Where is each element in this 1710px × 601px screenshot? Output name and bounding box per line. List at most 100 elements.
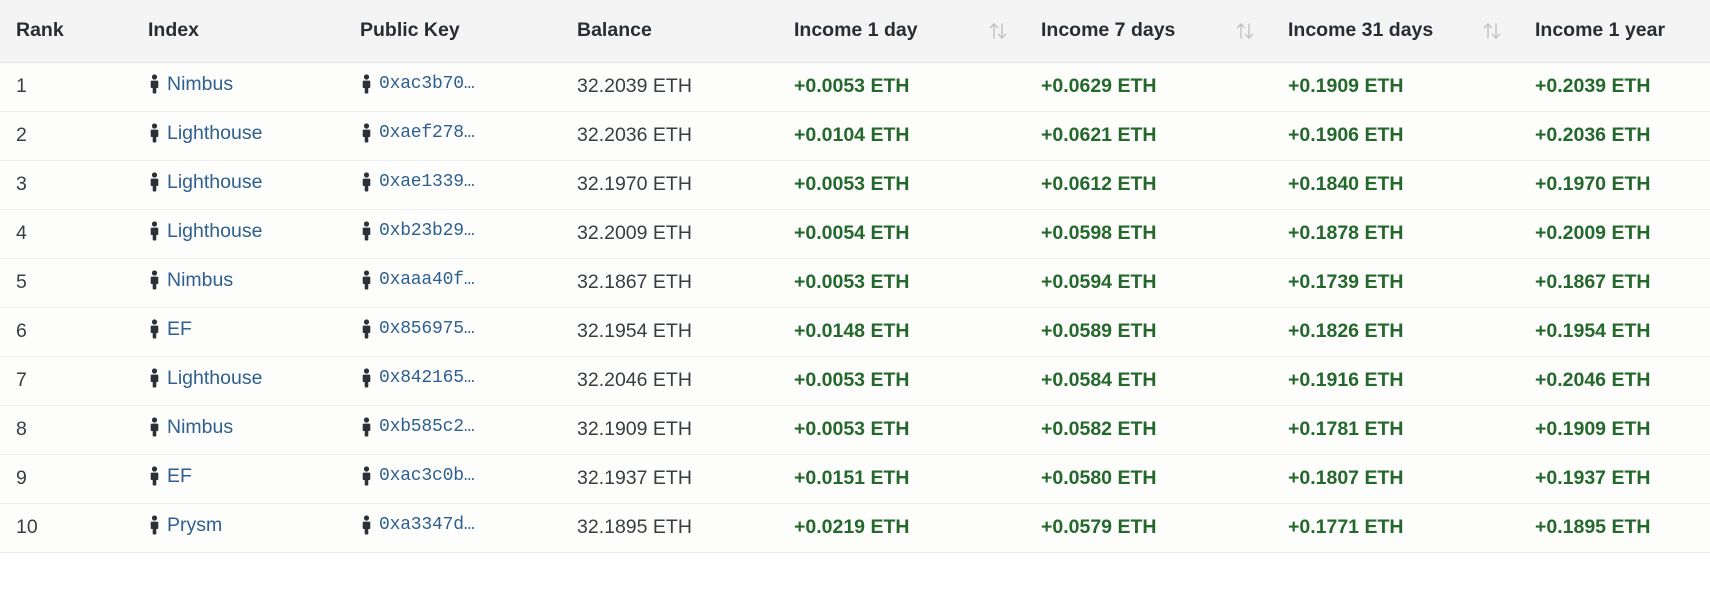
cell-public-key: 0xae1339…: [344, 160, 561, 209]
table-header: Rank Index Public Key Balance Income 1 d…: [0, 0, 1710, 63]
column-header-income-1-day[interactable]: Income 1 day: [778, 0, 1025, 63]
public-key-link[interactable]: 0xae1339…: [360, 172, 475, 192]
cell-public-key: 0xa3347d…: [344, 503, 561, 552]
cell-income-7-days: +0.0589 ETH: [1025, 307, 1272, 356]
balance-value: 32.1954 ETH: [577, 320, 692, 342]
income-7-days-value: +0.0582 ETH: [1041, 418, 1157, 440]
table-row[interactable]: 5 Nimbus 0xaaa40f… 32.1867 ETH +0.0053 ETH +0…: [0, 258, 1710, 307]
table-row[interactable]: 2 Lighthouse 0xaef278… 32.2036 ETH +0.0104 E…: [0, 111, 1710, 160]
cell-index: Lighthouse: [132, 160, 344, 209]
sort-updown-icon[interactable]: [987, 21, 1009, 41]
index-link[interactable]: EF: [148, 465, 192, 488]
validator-person-icon: [360, 122, 373, 143]
index-link[interactable]: Lighthouse: [148, 122, 262, 145]
cell-income-1-year: +0.1895 ETH: [1519, 503, 1710, 552]
cell-public-key: 0x856975…: [344, 307, 561, 356]
sort-updown-icon[interactable]: [1234, 21, 1256, 41]
income-1-day-value: +0.0104 ETH: [794, 124, 910, 146]
cell-income-7-days: +0.0584 ETH: [1025, 356, 1272, 405]
cell-balance: 32.1867 ETH: [561, 258, 778, 307]
rank-value: 3: [16, 173, 27, 195]
index-link[interactable]: Lighthouse: [148, 367, 262, 390]
column-header-income-31-days[interactable]: Income 31 days: [1272, 0, 1519, 63]
cell-income-1-year: +0.1937 ETH: [1519, 454, 1710, 503]
table-row[interactable]: 10 Prysm 0xa3347d… 32.1895 ETH +0.0219 ETH +0…: [0, 503, 1710, 552]
index-link[interactable]: Nimbus: [148, 73, 233, 96]
income-1-day-value: +0.0053 ETH: [794, 271, 910, 293]
public-key-link[interactable]: 0xaaa40f…: [360, 270, 475, 290]
rank-value: 8: [16, 418, 27, 440]
balance-value: 32.1867 ETH: [577, 271, 692, 293]
index-link[interactable]: EF: [148, 318, 192, 341]
column-header-rank[interactable]: Rank: [0, 0, 132, 63]
income-1-year-value: +0.2039 ETH: [1535, 75, 1651, 97]
cell-income-1-year: +0.1954 ETH: [1519, 307, 1710, 356]
column-header-public-key[interactable]: Public Key: [344, 0, 561, 63]
public-key-link[interactable]: 0xac3b70…: [360, 74, 475, 94]
index-label: Lighthouse: [167, 219, 263, 242]
cell-index: Nimbus: [132, 258, 344, 307]
column-header-index-label: Index: [148, 19, 199, 42]
cell-income-31-days: +0.1909 ETH: [1272, 62, 1519, 111]
public-key-link[interactable]: 0xaef278…: [360, 122, 475, 143]
income-1-year-value: +0.2036 ETH: [1535, 124, 1651, 146]
public-key-link[interactable]: 0x842165…: [360, 368, 475, 388]
index-link[interactable]: Prysm: [148, 514, 222, 537]
sort-updown-icon[interactable]: [1481, 21, 1503, 41]
income-31-days-value: +0.1916 ETH: [1288, 369, 1404, 391]
table-row[interactable]: 6 EF 0x856975… 32.1954 ETH +0.0148 ETH +0.058…: [0, 307, 1710, 356]
cell-income-1-day: +0.0053 ETH: [778, 62, 1025, 111]
public-key-link[interactable]: 0x856975…: [360, 319, 475, 339]
table-row[interactable]: 3 Lighthouse 0xae1339… 32.1970 ETH +0.0053 E…: [0, 160, 1710, 209]
column-header-balance-label: Balance: [577, 19, 652, 42]
public-key-link[interactable]: 0xb585c2…: [360, 416, 475, 437]
index-label: EF: [167, 317, 192, 340]
column-header-income-7-days-label: Income 7 days: [1041, 19, 1176, 42]
table-row[interactable]: 7 Lighthouse 0x842165… 32.2046 ETH +0.0053 E…: [0, 356, 1710, 405]
income-1-day-value: +0.0053 ETH: [794, 369, 910, 391]
income-31-days-value: +0.1781 ETH: [1288, 418, 1404, 440]
income-7-days-value: +0.0598 ETH: [1041, 222, 1157, 244]
cell-income-1-day: +0.0054 ETH: [778, 209, 1025, 258]
income-31-days-value: +0.1739 ETH: [1288, 271, 1404, 293]
public-key-link[interactable]: 0xb23b29…: [360, 221, 475, 241]
column-header-balance[interactable]: Balance: [561, 0, 778, 63]
column-header-income-7-days[interactable]: Income 7 days: [1025, 0, 1272, 63]
index-link[interactable]: Nimbus: [148, 416, 233, 439]
cell-index: EF: [132, 454, 344, 503]
table-row[interactable]: 9 EF 0xac3c0b… 32.1937 ETH +0.0151 ETH +0.058…: [0, 454, 1710, 503]
public-key-link[interactable]: 0xa3347d…: [360, 515, 475, 535]
cell-balance: 32.2009 ETH: [561, 209, 778, 258]
cell-balance: 32.1909 ETH: [561, 405, 778, 454]
public-key-label: 0xb585c2…: [379, 416, 475, 437]
cell-balance: 32.1954 ETH: [561, 307, 778, 356]
cell-balance: 32.2039 ETH: [561, 62, 778, 111]
validator-person-icon: [148, 74, 161, 94]
table-row[interactable]: 1 Nimbus 0xac3b70… 32.2039 ETH +0.0053 ETH +0…: [0, 62, 1710, 111]
cell-income-1-year: +0.2039 ETH: [1519, 62, 1710, 111]
index-link[interactable]: Lighthouse: [148, 171, 262, 194]
income-31-days-value: +0.1826 ETH: [1288, 320, 1404, 342]
column-header-index[interactable]: Index: [132, 0, 344, 63]
cell-income-1-year: +0.2009 ETH: [1519, 209, 1710, 258]
validator-person-icon: [148, 172, 161, 192]
cell-public-key: 0xaef278…: [344, 111, 561, 160]
cell-balance: 32.2046 ETH: [561, 356, 778, 405]
index-link[interactable]: Nimbus: [148, 269, 233, 292]
column-header-income-1-year[interactable]: Income 1 year: [1519, 0, 1710, 63]
balance-value: 32.1937 ETH: [577, 467, 692, 489]
validator-person-icon: [148, 515, 161, 535]
table-row[interactable]: 8 Nimbus 0xb585c2… 32.1909 ETH +0.0053 ETH +0…: [0, 405, 1710, 454]
table-row[interactable]: 4 Lighthouse 0xb23b29… 32.2009 ETH +0.0054 E…: [0, 209, 1710, 258]
income-1-year-value: +0.1970 ETH: [1535, 173, 1651, 195]
index-link[interactable]: Lighthouse: [148, 220, 262, 243]
public-key-link[interactable]: 0xac3c0b…: [360, 466, 475, 486]
rank-value: 9: [16, 467, 27, 489]
cell-income-1-year: +0.1909 ETH: [1519, 405, 1710, 454]
index-label: Nimbus: [167, 415, 234, 438]
cell-index: Lighthouse: [132, 209, 344, 258]
cell-public-key: 0xb23b29…: [344, 209, 561, 258]
validator-person-icon: [148, 270, 161, 290]
cell-balance: 32.1895 ETH: [561, 503, 778, 552]
income-1-day-value: +0.0053 ETH: [794, 418, 910, 440]
